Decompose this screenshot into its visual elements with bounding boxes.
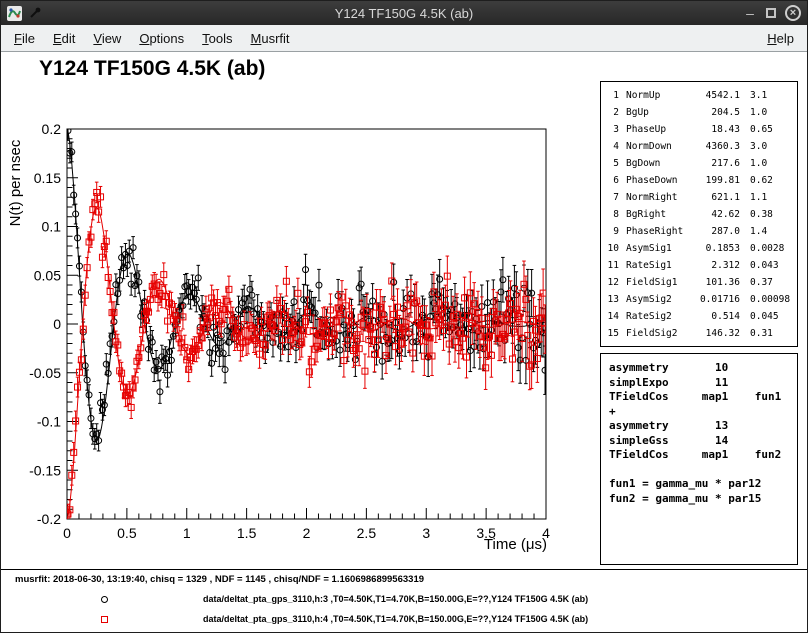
y-tick-label: 0.05 xyxy=(34,267,61,283)
plot-canvas[interactable]: 00.511.522.533.540.20.150.10.050-0.05-0.… xyxy=(3,79,569,559)
menu-file[interactable]: File xyxy=(5,27,44,50)
y-tick-label: 0.1 xyxy=(42,219,62,235)
param-row: 7NormRight621.11.1 xyxy=(604,189,794,206)
param-row: 15FieldSig2146.320.31 xyxy=(604,325,794,342)
parameter-table: 1NormUp4542.13.12BgUp204.51.03PhaseUp18.… xyxy=(600,81,798,347)
param-row: 14RateSig20.5140.045 xyxy=(604,308,794,325)
legend-label: data/deltat_pta_gps_3110,h:4 ,T0=4.50K,T… xyxy=(203,614,588,624)
param-row: 11RateSig12.3120.043 xyxy=(604,257,794,274)
menu-musrfit[interactable]: Musrfit xyxy=(242,27,299,50)
menu-tools[interactable]: Tools xyxy=(193,27,241,50)
menu-help[interactable]: Help xyxy=(758,27,803,50)
square-marker-icon xyxy=(101,616,108,623)
statusbar-divider xyxy=(1,569,807,570)
app-icon[interactable] xyxy=(7,6,22,21)
x-axis-title: Time (μs) xyxy=(484,536,547,553)
y-tick-label: -0.1 xyxy=(37,414,61,430)
y-tick-label: -0.15 xyxy=(29,462,61,478)
legend-label: data/deltat_pta_gps_3110,h:3 ,T0=4.50K,T… xyxy=(203,594,588,604)
app-window: Y124 TF150G 4.5K (ab) – × File Edit View… xyxy=(0,0,808,633)
legend-entry: data/deltat_pta_gps_3110,h:3 ,T0=4.50K,T… xyxy=(1,590,807,610)
y-tick-label: 0 xyxy=(53,316,61,332)
menu-edit[interactable]: Edit xyxy=(44,27,84,50)
y-tick-label: -0.2 xyxy=(37,511,61,527)
param-row: 2BgUp204.51.0 xyxy=(604,104,794,121)
plot-title: Y124 TF150G 4.5K (ab) xyxy=(39,57,265,81)
menubar: File Edit View Options Tools Musrfit Hel… xyxy=(1,25,807,52)
y-axis-title: N(t) per nsec xyxy=(7,139,24,226)
param-row: 9PhaseRight287.01.4 xyxy=(604,223,794,240)
param-row: 8BgRight42.620.38 xyxy=(604,206,794,223)
param-row: 13AsymSig20.017160.00098 xyxy=(604,291,794,308)
data-series-h4 xyxy=(65,182,548,524)
pin-icon[interactable] xyxy=(29,7,41,19)
y-tick-label: 0.15 xyxy=(34,170,61,186)
y-tick-label: 0.2 xyxy=(42,121,62,137)
param-row: 12FieldSig1101.360.37 xyxy=(604,274,794,291)
x-tick-label: 0.5 xyxy=(117,525,137,541)
menu-view[interactable]: View xyxy=(84,27,130,50)
close-icon[interactable]: × xyxy=(785,5,801,21)
y-tick-label: -0.05 xyxy=(29,365,61,381)
legend-entry: data/deltat_pta_gps_3110,h:4 ,T0=4.50K,T… xyxy=(1,610,807,630)
param-row: 10AsymSig10.18530.0028 xyxy=(604,240,794,257)
x-tick-label: 0 xyxy=(63,525,71,541)
param-row: 3PhaseUp18.430.65 xyxy=(604,121,794,138)
param-row: 4NormDown4360.33.0 xyxy=(604,138,794,155)
param-row: 5BgDown217.61.0 xyxy=(604,155,794,172)
param-row: 1NormUp4542.13.1 xyxy=(604,87,794,104)
theory-block: asymmetry 10 simplExpo 11 TFieldCos map1… xyxy=(600,353,798,565)
x-tick-label: 1 xyxy=(183,525,191,541)
data-series-h3 xyxy=(65,121,548,451)
x-tick-label: 2.5 xyxy=(357,525,377,541)
menu-options[interactable]: Options xyxy=(130,27,193,50)
fit-info-line: musrfit: 2018-06-30, 13:19:40, chisq = 1… xyxy=(15,574,424,585)
param-row: 6PhaseDown199.810.62 xyxy=(604,172,794,189)
minimize-icon[interactable]: – xyxy=(743,6,757,20)
window-title: Y124 TF150G 4.5K (ab) xyxy=(1,6,807,21)
titlebar[interactable]: Y124 TF150G 4.5K (ab) – × xyxy=(1,1,807,25)
x-tick-label: 1.5 xyxy=(237,525,257,541)
maximize-icon[interactable] xyxy=(766,8,776,18)
circle-marker-icon xyxy=(101,596,108,603)
x-tick-label: 2 xyxy=(303,525,311,541)
canvas-area: Y124 TF150G 4.5K (ab) 00.511.522.533.540… xyxy=(1,52,807,632)
x-tick-label: 3 xyxy=(422,525,430,541)
plot-legend: data/deltat_pta_gps_3110,h:3 ,T0=4.50K,T… xyxy=(1,590,807,630)
